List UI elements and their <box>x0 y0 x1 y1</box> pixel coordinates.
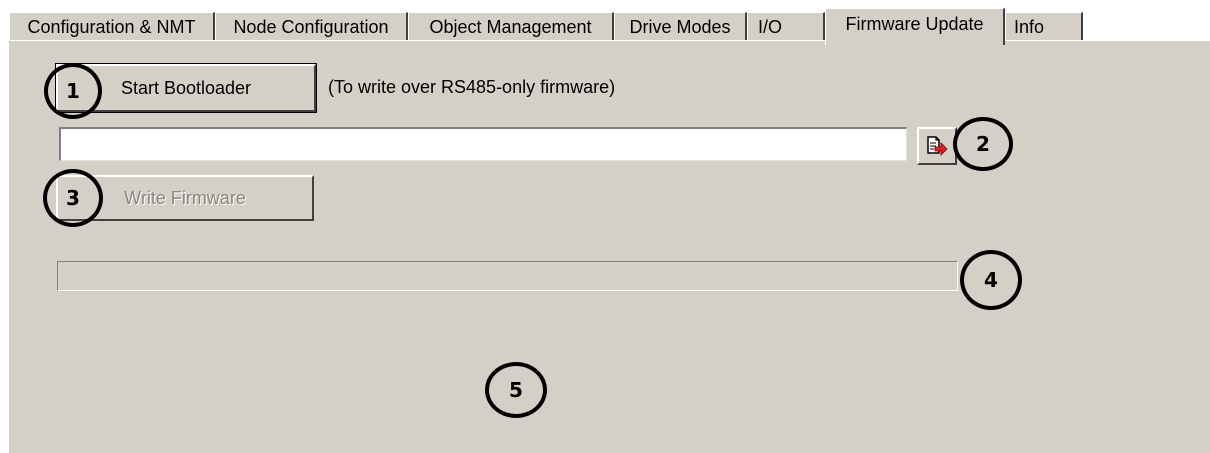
tab-configuration-nmt[interactable]: Configuration & NMT <box>9 12 215 41</box>
tab-io[interactable]: I/O <box>747 12 825 41</box>
firmware-update-window: Configuration & NMT Node Configuration O… <box>0 0 1210 453</box>
callout-1: 1 <box>44 63 102 119</box>
callout-3: 3 <box>43 169 103 227</box>
tab-firmware-update[interactable]: Firmware Update <box>825 8 1005 45</box>
firmware-update-panel: Start Bootloader (To write over RS485-on… <box>9 41 1210 453</box>
tab-object-management[interactable]: Object Management <box>408 12 614 41</box>
callout-4: 4 <box>960 250 1022 310</box>
firmware-progress-bar <box>57 261 958 291</box>
firmware-file-path-input[interactable] <box>59 127 907 161</box>
browse-file-button[interactable] <box>917 127 957 165</box>
tab-node-configuration[interactable]: Node Configuration <box>215 12 408 41</box>
tab-strip: Configuration & NMT Node Configuration O… <box>9 8 1210 45</box>
tab-drive-modes[interactable]: Drive Modes <box>614 12 747 41</box>
open-file-arrow-icon <box>927 136 948 156</box>
tab-info[interactable]: Info <box>1005 12 1083 41</box>
bootloader-note: (To write over RS485-only firmware) <box>328 77 616 97</box>
callout-2: 2 <box>953 117 1013 171</box>
callout-5: 5 <box>485 362 547 418</box>
